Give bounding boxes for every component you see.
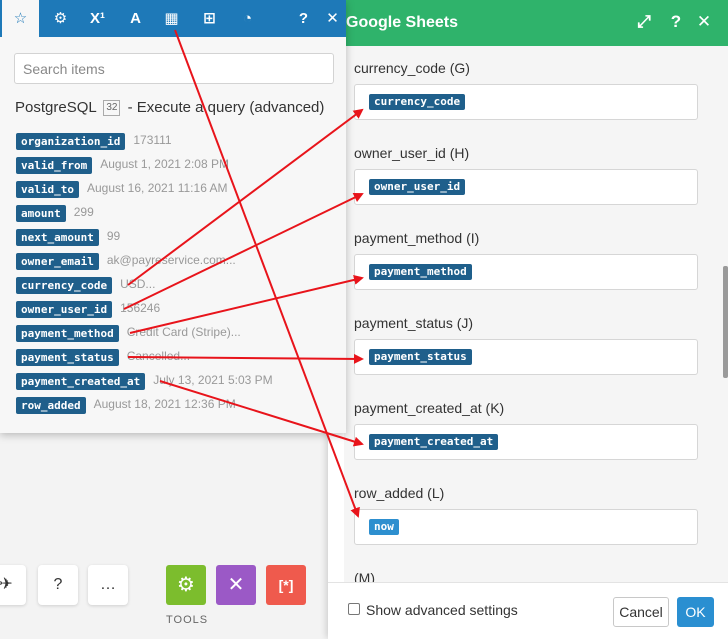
- mapped-value-pill[interactable]: payment_created_at: [369, 434, 499, 450]
- advanced-settings-label[interactable]: Show advanced settings: [366, 602, 518, 618]
- cancel-button[interactable]: Cancel: [613, 597, 669, 627]
- item-value: USD...: [120, 277, 156, 291]
- close-icon[interactable]: ✕: [694, 12, 714, 32]
- item-value: August 1, 2021 2:08 PM: [100, 157, 229, 171]
- item-tag[interactable]: owner_email: [16, 253, 99, 270]
- gear-icon[interactable]: ⚙: [42, 0, 79, 37]
- search-input[interactable]: [14, 53, 334, 84]
- list-item: payment_method Credit Card (Stripe)...: [16, 325, 241, 343]
- module-action: - Execute a query (advanced): [127, 99, 325, 116]
- panel-header: Google Sheets ⤢ ? ✕: [328, 0, 728, 46]
- module-title: PostgreSQL 32 - Execute a query (advance…: [15, 99, 325, 117]
- list-item: valid_from August 1, 2021 2:08 PM: [16, 157, 229, 175]
- ok-button[interactable]: OK: [677, 597, 714, 627]
- mapping-toolbar: ☆ ⚙ X¹ A ▦ ⊞ ◔ ? ✕: [0, 0, 346, 37]
- mapped-value-pill[interactable]: payment_status: [369, 349, 472, 365]
- item-value: August 16, 2021 11:16 AM: [86, 181, 228, 195]
- tools-label: TOOLS: [166, 614, 209, 626]
- item-tag[interactable]: owner_user_id: [16, 301, 113, 318]
- item-tag[interactable]: payment_status: [16, 349, 119, 366]
- clock-icon[interactable]: ◔: [229, 0, 266, 37]
- module-badge: 32: [103, 100, 121, 117]
- item-value: August 18, 2021 12:36 PM: [93, 397, 236, 411]
- close-icon[interactable]: ✕: [314, 0, 351, 37]
- list-item: payment_status Cancelled...: [16, 349, 190, 367]
- tools-icon[interactable]: ✕: [216, 565, 256, 605]
- list-item: organization_id 173111: [16, 133, 172, 151]
- scrollbar[interactable]: [723, 266, 728, 378]
- field-input[interactable]: currency_code: [354, 84, 698, 120]
- list-item: valid_to August 16, 2021 11:16 AM: [16, 181, 228, 199]
- item-value: Cancelled...: [126, 349, 191, 363]
- advanced-settings-checkbox[interactable]: [348, 603, 360, 615]
- field-label: payment_method (I): [354, 230, 480, 246]
- calendar-icon[interactable]: ▦: [153, 0, 190, 37]
- item-value: July 13, 2021 5:03 PM: [153, 373, 273, 387]
- field-label: payment_status (J): [354, 315, 474, 331]
- gear-tool-icon[interactable]: ⚙: [166, 565, 206, 605]
- item-value: ak@payreservice.com...: [106, 253, 236, 267]
- module-name: PostgreSQL: [15, 99, 97, 116]
- function-pill-now[interactable]: now: [369, 519, 399, 535]
- list-item: next_amount 99: [16, 229, 120, 247]
- item-tag[interactable]: valid_to: [16, 181, 79, 198]
- list-item: row_added August 18, 2021 12:36 PM: [16, 397, 236, 415]
- item-value: 99: [106, 229, 121, 243]
- item-value: 173111: [133, 133, 172, 147]
- field-input[interactable]: now: [354, 509, 698, 545]
- more-icon[interactable]: …: [88, 565, 128, 605]
- mapped-value-pill[interactable]: owner_user_id: [369, 179, 466, 195]
- panel-footer: Show advanced settings Cancel OK: [328, 582, 728, 639]
- help-icon[interactable]: ?: [666, 12, 686, 32]
- superscript-icon[interactable]: X¹: [79, 0, 116, 37]
- field-input[interactable]: owner_user_id: [354, 169, 698, 205]
- field-input[interactable]: payment_created_at: [354, 424, 698, 460]
- mapping-popup: ☆ ⚙ X¹ A ▦ ⊞ ◔ ? ✕ PostgreSQL 32 - Execu…: [0, 0, 346, 433]
- plane-icon[interactable]: ✈: [0, 565, 26, 605]
- item-value: 299: [73, 205, 94, 219]
- star-icon[interactable]: ☆: [2, 0, 39, 37]
- item-tag[interactable]: amount: [16, 205, 66, 222]
- field-label: (M): [354, 570, 375, 582]
- item-value: Credit Card (Stripe)...: [126, 325, 241, 339]
- item-tag[interactable]: payment_created_at: [16, 373, 146, 390]
- expand-icon[interactable]: ⤢: [634, 12, 654, 32]
- item-tag[interactable]: currency_code: [16, 277, 113, 294]
- item-value: 156246: [120, 301, 161, 315]
- field-label: owner_user_id (H): [354, 145, 470, 161]
- list-item: currency_code USD...: [16, 277, 155, 295]
- list-item: payment_created_at July 13, 2021 5:03 PM: [16, 373, 273, 391]
- fields-container[interactable]: currency_code (G) currency_code owner_us…: [344, 46, 728, 582]
- field-label: payment_created_at (K): [354, 400, 505, 416]
- field-input[interactable]: payment_method: [354, 254, 698, 290]
- item-tag[interactable]: next_amount: [16, 229, 99, 246]
- brackets-icon[interactable]: [*]: [266, 565, 306, 605]
- mapped-value-pill[interactable]: currency_code: [369, 94, 466, 110]
- field-input[interactable]: payment_status: [354, 339, 698, 375]
- table-icon[interactable]: ⊞: [191, 0, 228, 37]
- mapped-value-pill[interactable]: payment_method: [369, 264, 472, 280]
- google-sheets-panel: Google Sheets ⤢ ? ✕ currency_code (G) cu…: [328, 0, 728, 639]
- panel-title: Google Sheets: [346, 14, 459, 31]
- item-tag[interactable]: valid_from: [16, 157, 93, 174]
- item-tag[interactable]: organization_id: [16, 133, 126, 150]
- text-icon[interactable]: A: [117, 0, 154, 37]
- item-tag[interactable]: payment_method: [16, 325, 119, 342]
- field-label: row_added (L): [354, 485, 445, 501]
- item-tag[interactable]: row_added: [16, 397, 86, 414]
- list-item: amount 299: [16, 205, 94, 223]
- help-icon[interactable]: ?: [38, 565, 78, 605]
- list-item: owner_email ak@payreservice.com...: [16, 253, 236, 271]
- field-label: currency_code (G): [354, 60, 470, 76]
- list-item: owner_user_id 156246: [16, 301, 160, 319]
